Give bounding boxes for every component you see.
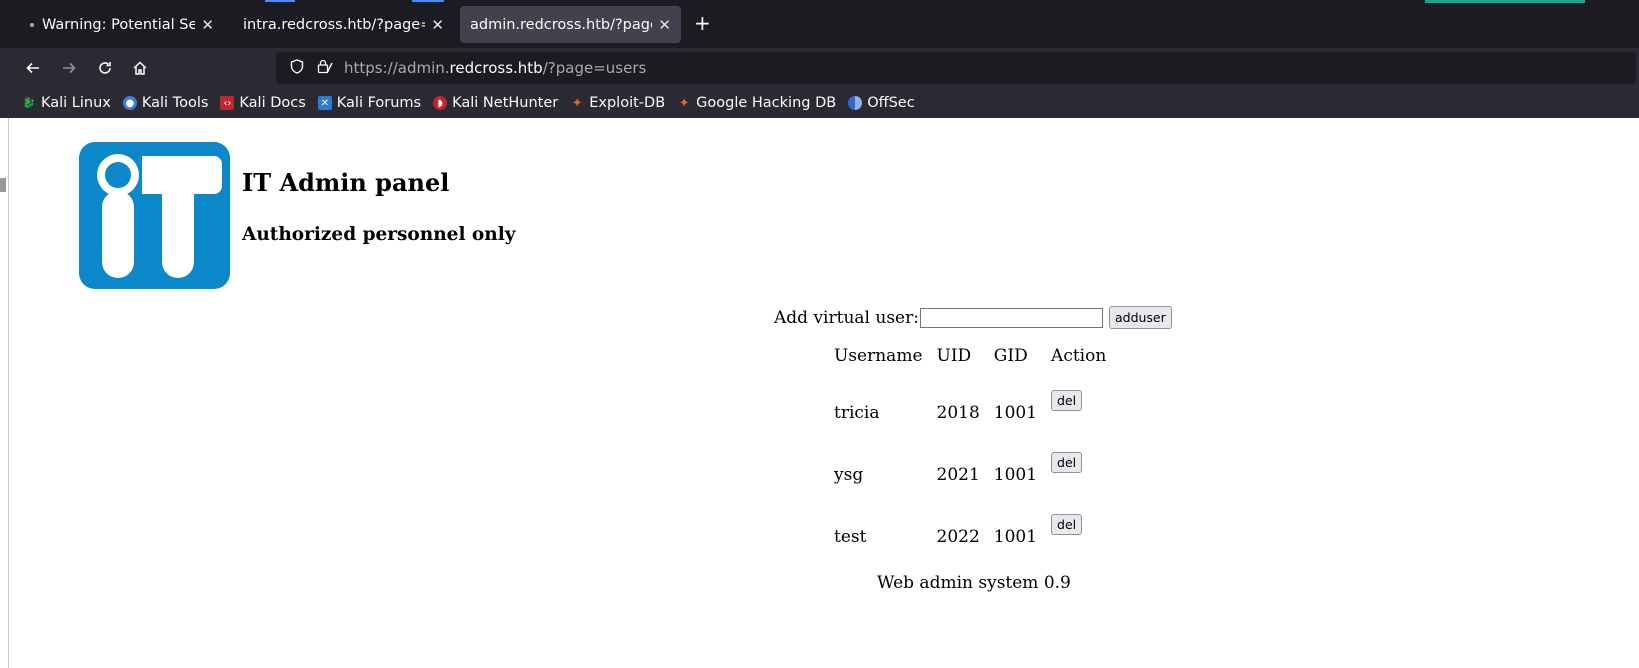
bookmark-label: Exploit-DB (589, 95, 666, 111)
bookmark-label: Google Hacking DB (696, 95, 837, 111)
tab-accent (265, 0, 295, 2)
page-title: IT Admin panel (242, 168, 450, 197)
bookmark-google-hacking-db[interactable]: ✦ Google Hacking DB (677, 95, 837, 111)
tab-warning[interactable]: Warning: Potential Security Risk Ahead ✕ (20, 6, 224, 43)
kali-dragon-icon: 🐉 (22, 97, 36, 109)
it-logo (79, 142, 230, 289)
table-row: test 2022 1001 del (834, 506, 1120, 568)
close-icon[interactable]: ✕ (658, 16, 671, 34)
home-button[interactable] (128, 56, 152, 80)
cell-gid: 1001 (993, 403, 1038, 423)
bookmark-kali-docs[interactable]: ‹› Kali Docs (220, 95, 306, 111)
footer-version: Web admin system 0.9 (877, 573, 1071, 593)
cell-uid: 2021 (936, 465, 980, 485)
lock-warning-icon[interactable] (316, 59, 334, 78)
bookmark-kali-nethunter[interactable]: ◗ Kali NetHunter (433, 95, 558, 111)
header-gid: GID (993, 346, 1028, 366)
scroll-marker (0, 178, 6, 192)
add-user-input[interactable] (919, 307, 1103, 328)
tab-accent (412, 0, 444, 2)
kali-forums-icon: ✕ (317, 96, 332, 110)
cell-username: test (834, 527, 867, 547)
forward-arrow-icon (63, 62, 76, 74)
bookmark-label: Kali NetHunter (452, 95, 559, 111)
new-tab-button[interactable]: + (694, 13, 711, 33)
url-text[interactable]: https://admin.redcross.htb/?page=users (344, 59, 646, 77)
tab-title: intra.redcross.htb/?page=login (243, 16, 425, 33)
url-prefix: https://admin. (344, 59, 450, 77)
cell-username: tricia (834, 403, 880, 423)
bookmarks-toolbar: 🐉 Kali Linux ● Kali Tools ‹› Kali Docs ✕ Kal… (0, 88, 1639, 118)
cell-action: del (1051, 444, 1120, 506)
home-icon (133, 61, 147, 75)
bookmark-kali-linux[interactable]: 🐉 Kali Linux (22, 95, 111, 111)
forward-button[interactable] (57, 56, 81, 80)
bookmark-label: Kali Linux (41, 95, 111, 111)
table-row: tricia 2018 1001 del (834, 382, 1120, 444)
header-uid: UID (936, 346, 972, 366)
bookmark-label: Kali Forums (336, 95, 422, 111)
reload-icon (99, 62, 111, 74)
navigation-bar: https://admin.redcross.htb/?page=users (0, 48, 1639, 88)
cell-username: ysg (834, 465, 864, 485)
back-arrow-icon (26, 62, 39, 74)
shield-icon[interactable] (286, 58, 308, 78)
bookmark-label: Kali Docs (239, 95, 306, 111)
cell-gid: 1001 (993, 465, 1038, 485)
kali-tools-icon: ● (122, 96, 137, 110)
cell-gid: 1001 (993, 527, 1038, 547)
tab-admin[interactable]: admin.redcross.htb/?page=users ✕ (460, 6, 681, 43)
close-icon[interactable]: ✕ (201, 16, 214, 34)
tab-title: admin.redcross.htb/?page=users (470, 16, 652, 33)
cell-action: del (1051, 506, 1120, 568)
delete-user-button[interactable]: del (1051, 452, 1083, 473)
cell-uid: 2018 (936, 403, 980, 423)
tab-intra[interactable]: intra.redcross.htb/?page=login ✕ (233, 6, 454, 43)
tab-strip: Warning: Potential Security Risk Ahead ✕… (0, 0, 1639, 48)
offsec-icon (848, 96, 863, 110)
window-decoration (1425, 0, 1585, 3)
url-path: /?page=users (542, 59, 647, 77)
page-subtitle: Authorized personnel only (242, 224, 516, 245)
adduser-button[interactable]: adduser (1108, 306, 1172, 329)
header-username: Username (834, 346, 923, 366)
ghdb-icon: ✦ (678, 95, 690, 111)
delete-user-button[interactable]: del (1051, 390, 1083, 411)
url-bar[interactable]: https://admin.redcross.htb/?page=users (276, 52, 1636, 84)
bookmark-kali-forums[interactable]: ✕ Kali Forums (317, 95, 422, 111)
exploitdb-icon: ✦ (571, 95, 583, 111)
header-action: Action (1051, 346, 1107, 366)
delete-user-button[interactable]: del (1051, 514, 1083, 535)
bookmark-label: Kali Tools (141, 95, 209, 111)
tab-title: Warning: Potential Security Risk Ahead (42, 16, 196, 33)
cell-action: del (1051, 382, 1120, 444)
users-table: Username UID GID Action tricia 2018 1001… (834, 346, 1120, 568)
url-host: redcross.htb (449, 59, 543, 77)
sidebar-edge (0, 118, 9, 668)
nethunter-icon: ◗ (433, 96, 448, 110)
back-button[interactable] (21, 56, 45, 80)
bookmark-exploit-db[interactable]: ✦ Exploit-DB (570, 95, 665, 111)
add-user-label: Add virtual user: (774, 307, 919, 328)
reload-button[interactable] (93, 56, 117, 80)
page-content: IT Admin panel Authorized personnel only… (9, 118, 1639, 668)
close-icon[interactable]: ✕ (431, 16, 444, 34)
bookmark-label: OffSec (867, 95, 915, 111)
kali-docs-icon: ‹› (220, 96, 235, 110)
bookmark-kali-tools[interactable]: ● Kali Tools (122, 95, 209, 111)
tab-dot-icon (30, 22, 34, 27)
add-user-form: Add virtual user: adduser (774, 306, 1172, 329)
cell-uid: 2022 (936, 527, 980, 547)
table-header-row: Username UID GID Action (834, 346, 1120, 382)
bookmark-offsec[interactable]: OffSec (848, 95, 915, 111)
table-row: ysg 2021 1001 del (834, 444, 1120, 506)
